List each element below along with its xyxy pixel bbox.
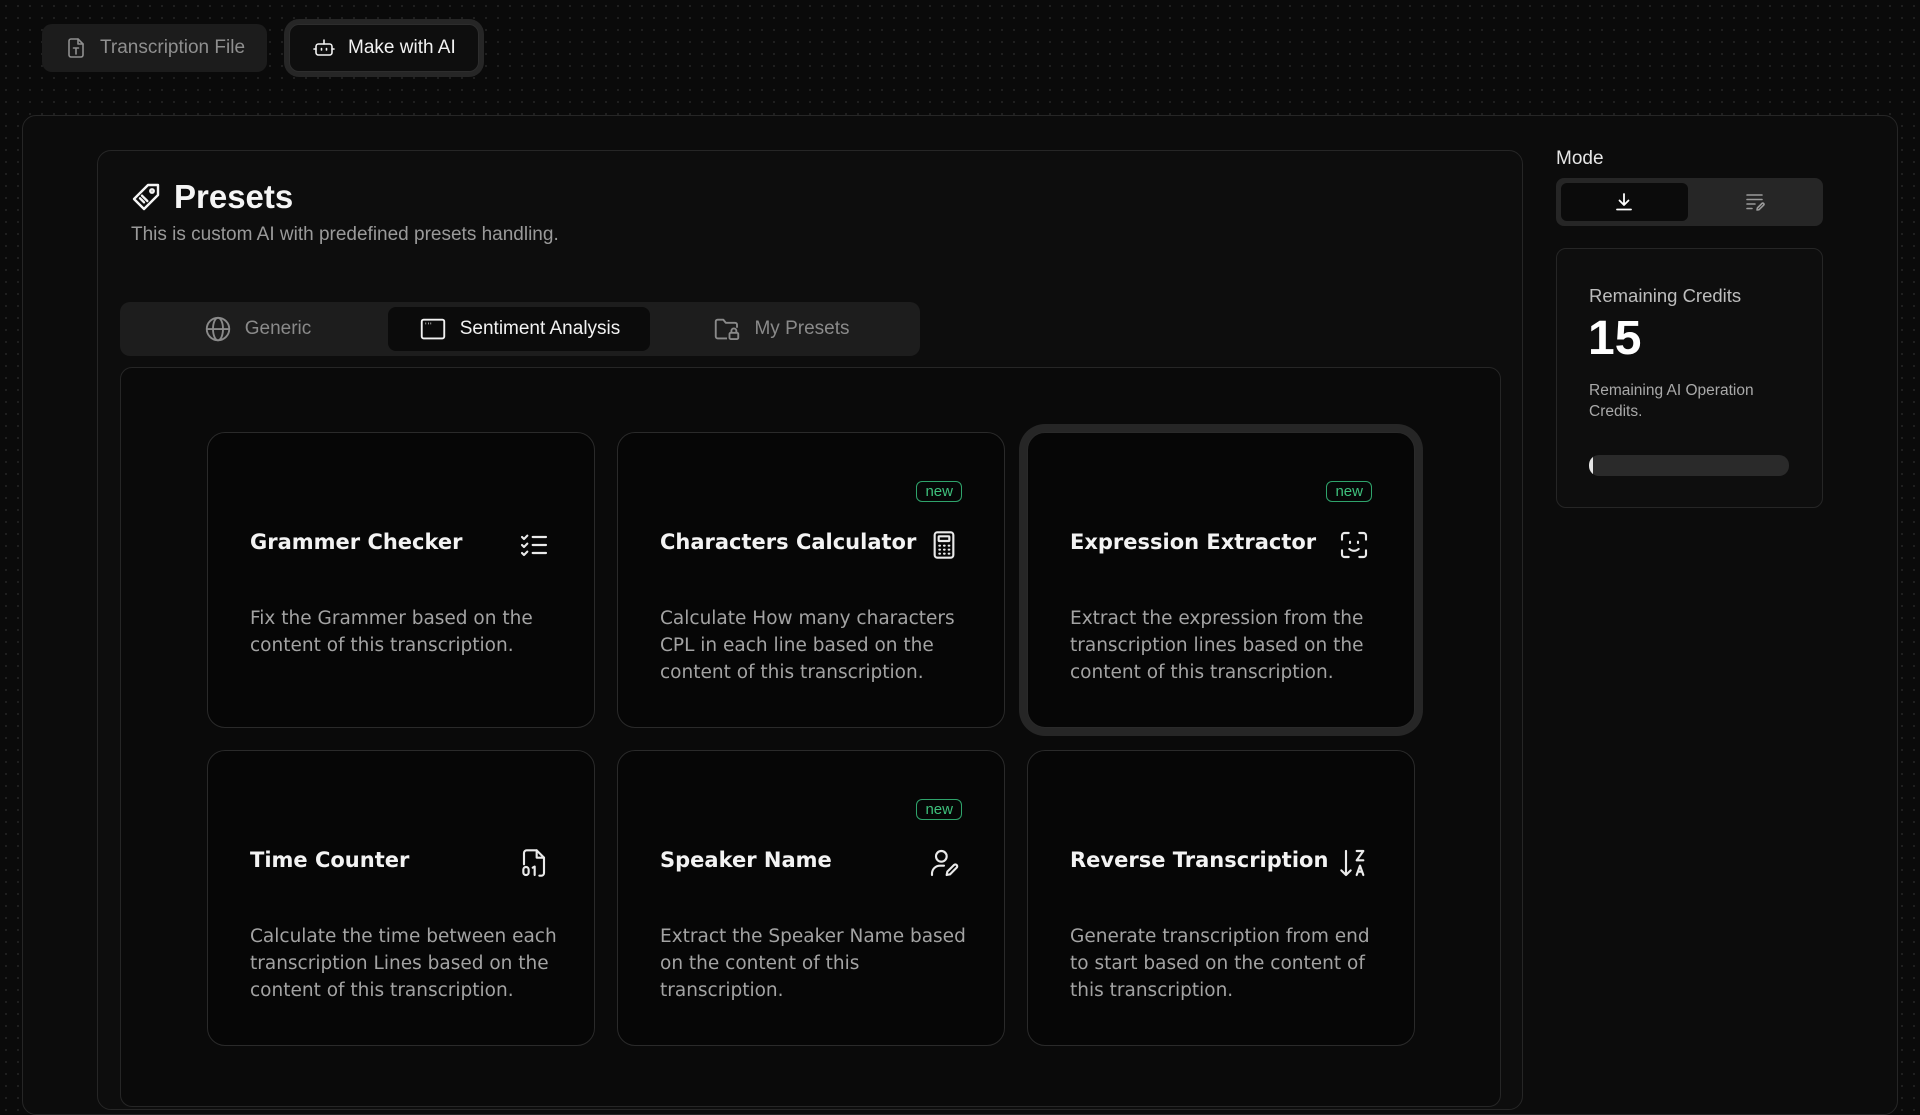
new-badge: new — [916, 481, 962, 502]
mode-switch — [1556, 178, 1823, 226]
card-description: Generate transcription from end to start… — [1070, 926, 1370, 1001]
sort-z-a-icon — [1340, 849, 1365, 877]
tab-my-presets[interactable]: My Presets — [650, 307, 912, 351]
mode-option-download[interactable] — [1561, 183, 1688, 221]
globe-icon — [205, 316, 230, 342]
face-scan-icon — [1340, 531, 1368, 559]
tab-label: Sentiment Analysis — [459, 318, 621, 339]
new-badge: new — [916, 799, 962, 820]
tab-label: Generic — [244, 318, 312, 339]
calculator-icon — [933, 531, 955, 559]
presets-description: This is custom AI with predefined preset… — [131, 224, 559, 245]
mode-label: Mode — [1556, 148, 1604, 169]
user-edit-icon — [930, 849, 959, 877]
card-title: Reverse Transcription — [1070, 848, 1329, 872]
browser-window-icon — [420, 318, 445, 340]
robot-icon — [313, 39, 335, 56]
card-title: Characters Calculator — [660, 530, 917, 554]
card-title: Expression Extractor — [1070, 530, 1317, 554]
preset-card-expression-extractor[interactable]: new Expression Extractor Extract the exp… — [1027, 432, 1415, 728]
top-tabs: Transcription File Make with AI — [42, 24, 479, 72]
file-text-icon — [68, 38, 84, 58]
credits-label: Remaining Credits — [1589, 285, 1742, 306]
credits-progress-bar — [1589, 455, 1789, 476]
tag-icon — [132, 183, 160, 211]
credits-value: 15 — [1588, 312, 1642, 365]
tab-label: Transcription File — [100, 37, 246, 58]
edit-list-icon — [1745, 194, 1765, 211]
card-description: Calculate How many characters CPL in eac… — [660, 608, 955, 683]
mode-option-edit-list[interactable] — [1692, 183, 1819, 221]
tab-sentiment-analysis[interactable]: Sentiment Analysis — [388, 307, 650, 351]
checklist-icon — [520, 534, 548, 557]
tab-transcription-file[interactable]: Transcription File — [42, 24, 268, 72]
card-title: Grammer Checker — [250, 530, 463, 554]
preset-card-characters-calculator[interactable]: new Characters Calculator Calculate How … — [617, 432, 1005, 728]
preset-card-speaker-name[interactable]: new Speaker Name Extract the Speaker Nam… — [617, 750, 1005, 1046]
page-title: Presets — [130, 178, 293, 216]
preset-card-time-counter[interactable]: Time Counter Calculate the time between … — [207, 750, 595, 1046]
binary-file-icon — [522, 849, 546, 877]
preset-card-grammer-checker[interactable]: Grammer Checker Fix the Grammer based on… — [207, 432, 595, 728]
card-description: Extract the expression from the transcri… — [1070, 608, 1364, 683]
card-description: Fix the Grammer based on the content of … — [250, 608, 533, 656]
tab-label: Make with AI — [348, 37, 456, 58]
credits-note: Remaining AI Operation Credits. — [1589, 382, 1754, 420]
credits-progress-fill — [1589, 455, 1593, 476]
download-icon — [1616, 193, 1633, 211]
presets-title-text: Presets — [174, 178, 294, 215]
category-tabs: Generic Sentiment Analysis My Presets — [120, 302, 920, 356]
folder-lock-icon — [715, 318, 740, 340]
card-title: Time Counter — [250, 848, 410, 872]
card-description: Calculate the time between each transcri… — [250, 926, 557, 1001]
preset-card-reverse-transcription[interactable]: Reverse Transcription Generate transcrip… — [1027, 750, 1415, 1046]
tab-generic[interactable]: Generic — [126, 307, 388, 351]
new-badge: new — [1326, 481, 1372, 502]
credits-card: Remaining Credits 15 Remaining AI Operat… — [1556, 248, 1823, 508]
tab-make-with-ai[interactable]: Make with AI — [289, 24, 479, 72]
card-description: Extract the Speaker Name based on the co… — [660, 926, 966, 1001]
card-title: Speaker Name — [660, 848, 832, 872]
tab-label: My Presets — [754, 318, 850, 339]
